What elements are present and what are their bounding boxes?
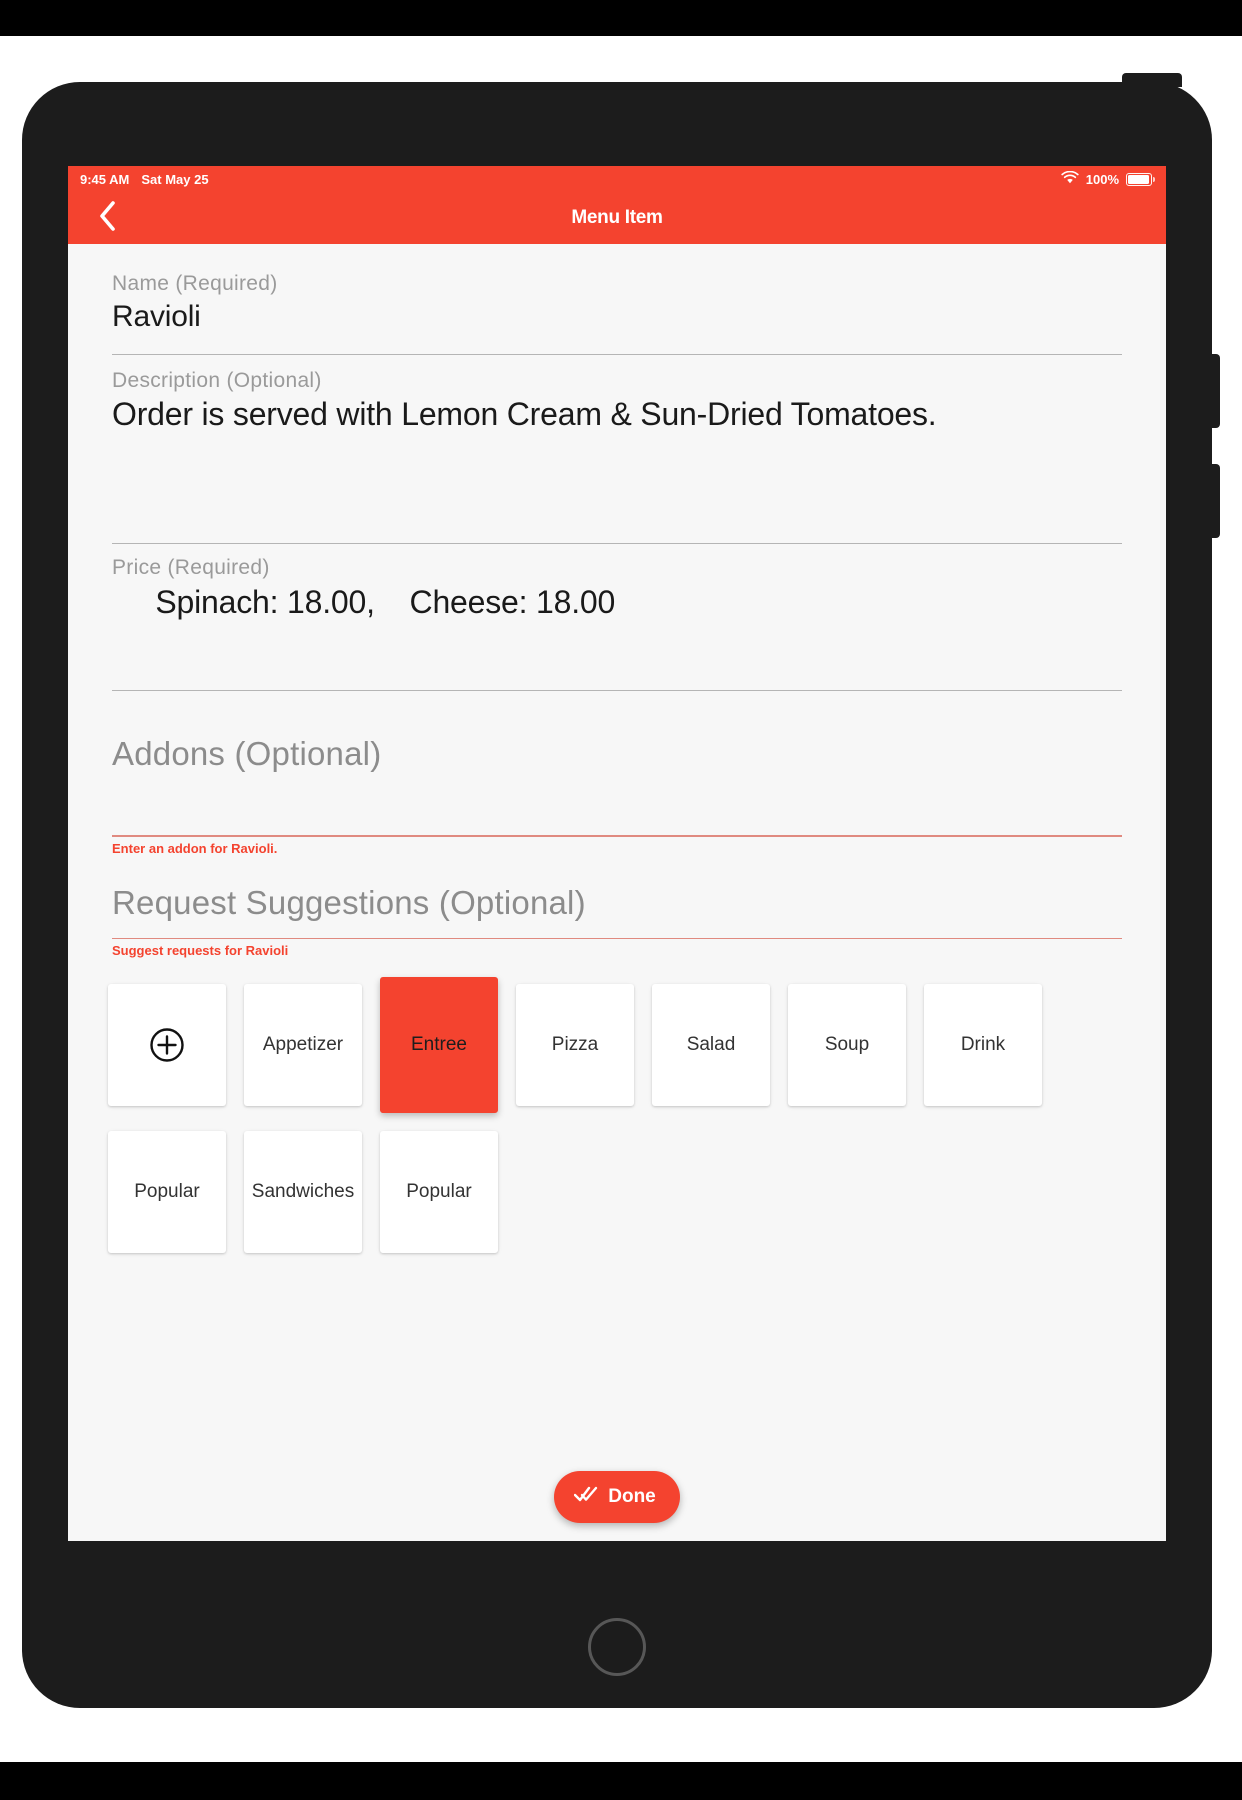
description-field-label: Description (Optional) [112, 369, 322, 392]
suggestion-chip-label: Salad [686, 1034, 736, 1055]
suggestion-chip-label: Pizza [551, 1034, 599, 1055]
battery-full-icon [1126, 172, 1155, 186]
suggestion-chip[interactable]: Salad [652, 984, 770, 1106]
description-field-value[interactable]: Order is served with Lemon Cream & Sun-D… [112, 393, 1122, 543]
request-suggestions-placeholder: Request Suggestions (Optional) [112, 883, 586, 921]
suggestion-chip[interactable]: Sandwiches [244, 1131, 362, 1253]
addons-field-placeholder: Addons (Optional) [112, 735, 382, 772]
suggestion-chip[interactable]: Soup [788, 984, 906, 1106]
navigation-bar: Menu Item [68, 192, 1166, 244]
form-scroll-area[interactable]: Name (Required) Ravioli Description (Opt… [68, 244, 1166, 1541]
suggestion-chip[interactable]: Appetizer [244, 984, 362, 1106]
addons-field[interactable]: Addons (Optional) [68, 691, 1166, 835]
price-field[interactable]: Price (Required) Spinach: 18.00, Cheese:… [68, 544, 1166, 690]
price-field-value[interactable]: Spinach: 18.00, Cheese: 18.00 [112, 580, 1122, 690]
plus-circle-icon [148, 1026, 186, 1064]
page-title: Menu Item [571, 207, 663, 228]
volume-down-button[interactable] [1210, 464, 1220, 538]
letterbox-top [0, 0, 1242, 36]
status-bar: 9:45 AM Sat May 25 100% [68, 166, 1166, 192]
back-button[interactable] [86, 197, 128, 239]
suggestion-chip[interactable]: Pizza [516, 984, 634, 1106]
done-button[interactable]: Done [554, 1471, 680, 1523]
tablet-device-frame: 9:45 AM Sat May 25 100% Menu Item Name (… [22, 73, 1220, 1708]
home-button[interactable] [588, 1618, 646, 1676]
battery-percent-label: 100% [1085, 171, 1119, 187]
volume-up-button[interactable] [1210, 354, 1220, 428]
description-field[interactable]: Description (Optional) Order is served w… [68, 355, 1166, 543]
suggestion-chip-label: Soup [824, 1034, 870, 1055]
done-button-label: Done [608, 1486, 656, 1507]
double-check-icon [574, 1486, 598, 1508]
name-field-value[interactable]: Ravioli [112, 296, 1122, 354]
status-bar-left: 9:45 AM Sat May 25 [80, 172, 209, 187]
suggestion-chip-label: Popular [406, 1181, 472, 1202]
suggestion-chip-label: Appetizer [262, 1034, 344, 1055]
device-screen: 9:45 AM Sat May 25 100% Menu Item Name (… [68, 166, 1166, 1541]
add-suggestion-chip-button[interactable] [108, 984, 226, 1106]
suggestion-chip[interactable]: Popular [380, 1131, 498, 1253]
name-field-label: Name (Required) [112, 272, 278, 295]
suggestion-chip-label: Entree [411, 1034, 467, 1055]
suggestion-chip-label: Popular [134, 1181, 200, 1202]
chevron-left-icon [97, 200, 117, 237]
suggestion-chip[interactable]: Popular [108, 1131, 226, 1253]
screenshot-stage: 9:45 AM Sat May 25 100% Menu Item Name (… [0, 0, 1242, 1800]
request-suggestions-helper-text: Suggest requests for Ravioli [112, 943, 289, 958]
letterbox-bottom [0, 1762, 1242, 1800]
name-field[interactable]: Name (Required) Ravioli [68, 244, 1166, 354]
addons-helper-text: Enter an addon for Ravioli. [112, 840, 278, 856]
done-bar: Done [68, 1471, 1166, 1523]
price-field-label: Price (Required) [112, 556, 270, 579]
suggestion-chip-label: Drink [960, 1034, 1006, 1055]
power-button[interactable] [1122, 73, 1182, 87]
suggestion-chip-grid: Appetizer Entree Pizza Salad Soup Drink Popula… [68, 958, 1166, 1271]
wifi-icon [1061, 170, 1079, 187]
request-suggestions-field[interactable]: Request Suggestions (Optional) [68, 856, 1166, 938]
suggestion-chip[interactable]: Drink [924, 984, 1042, 1106]
status-bar-date: Sat May 25 [141, 171, 209, 187]
status-bar-time: 9:45 AM [80, 171, 130, 187]
suggestion-chip[interactable]: Entree [380, 977, 498, 1113]
suggestion-chip-label: Sandwiches [251, 1181, 355, 1202]
battery-fill [1128, 174, 1149, 184]
status-bar-right: 100% [1061, 170, 1155, 187]
